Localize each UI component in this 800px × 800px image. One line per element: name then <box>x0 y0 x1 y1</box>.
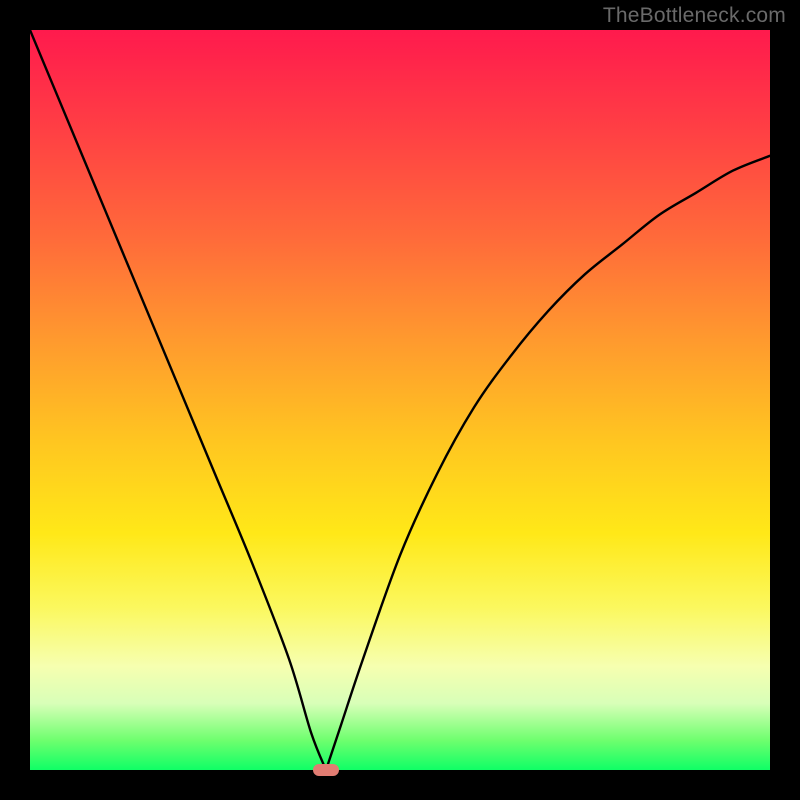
min-marker <box>313 764 339 776</box>
curve-svg <box>30 30 770 770</box>
curve-path <box>30 30 770 770</box>
watermark-text: TheBottleneck.com <box>603 4 786 28</box>
plot-area <box>30 30 770 770</box>
chart-frame: TheBottleneck.com <box>0 0 800 800</box>
